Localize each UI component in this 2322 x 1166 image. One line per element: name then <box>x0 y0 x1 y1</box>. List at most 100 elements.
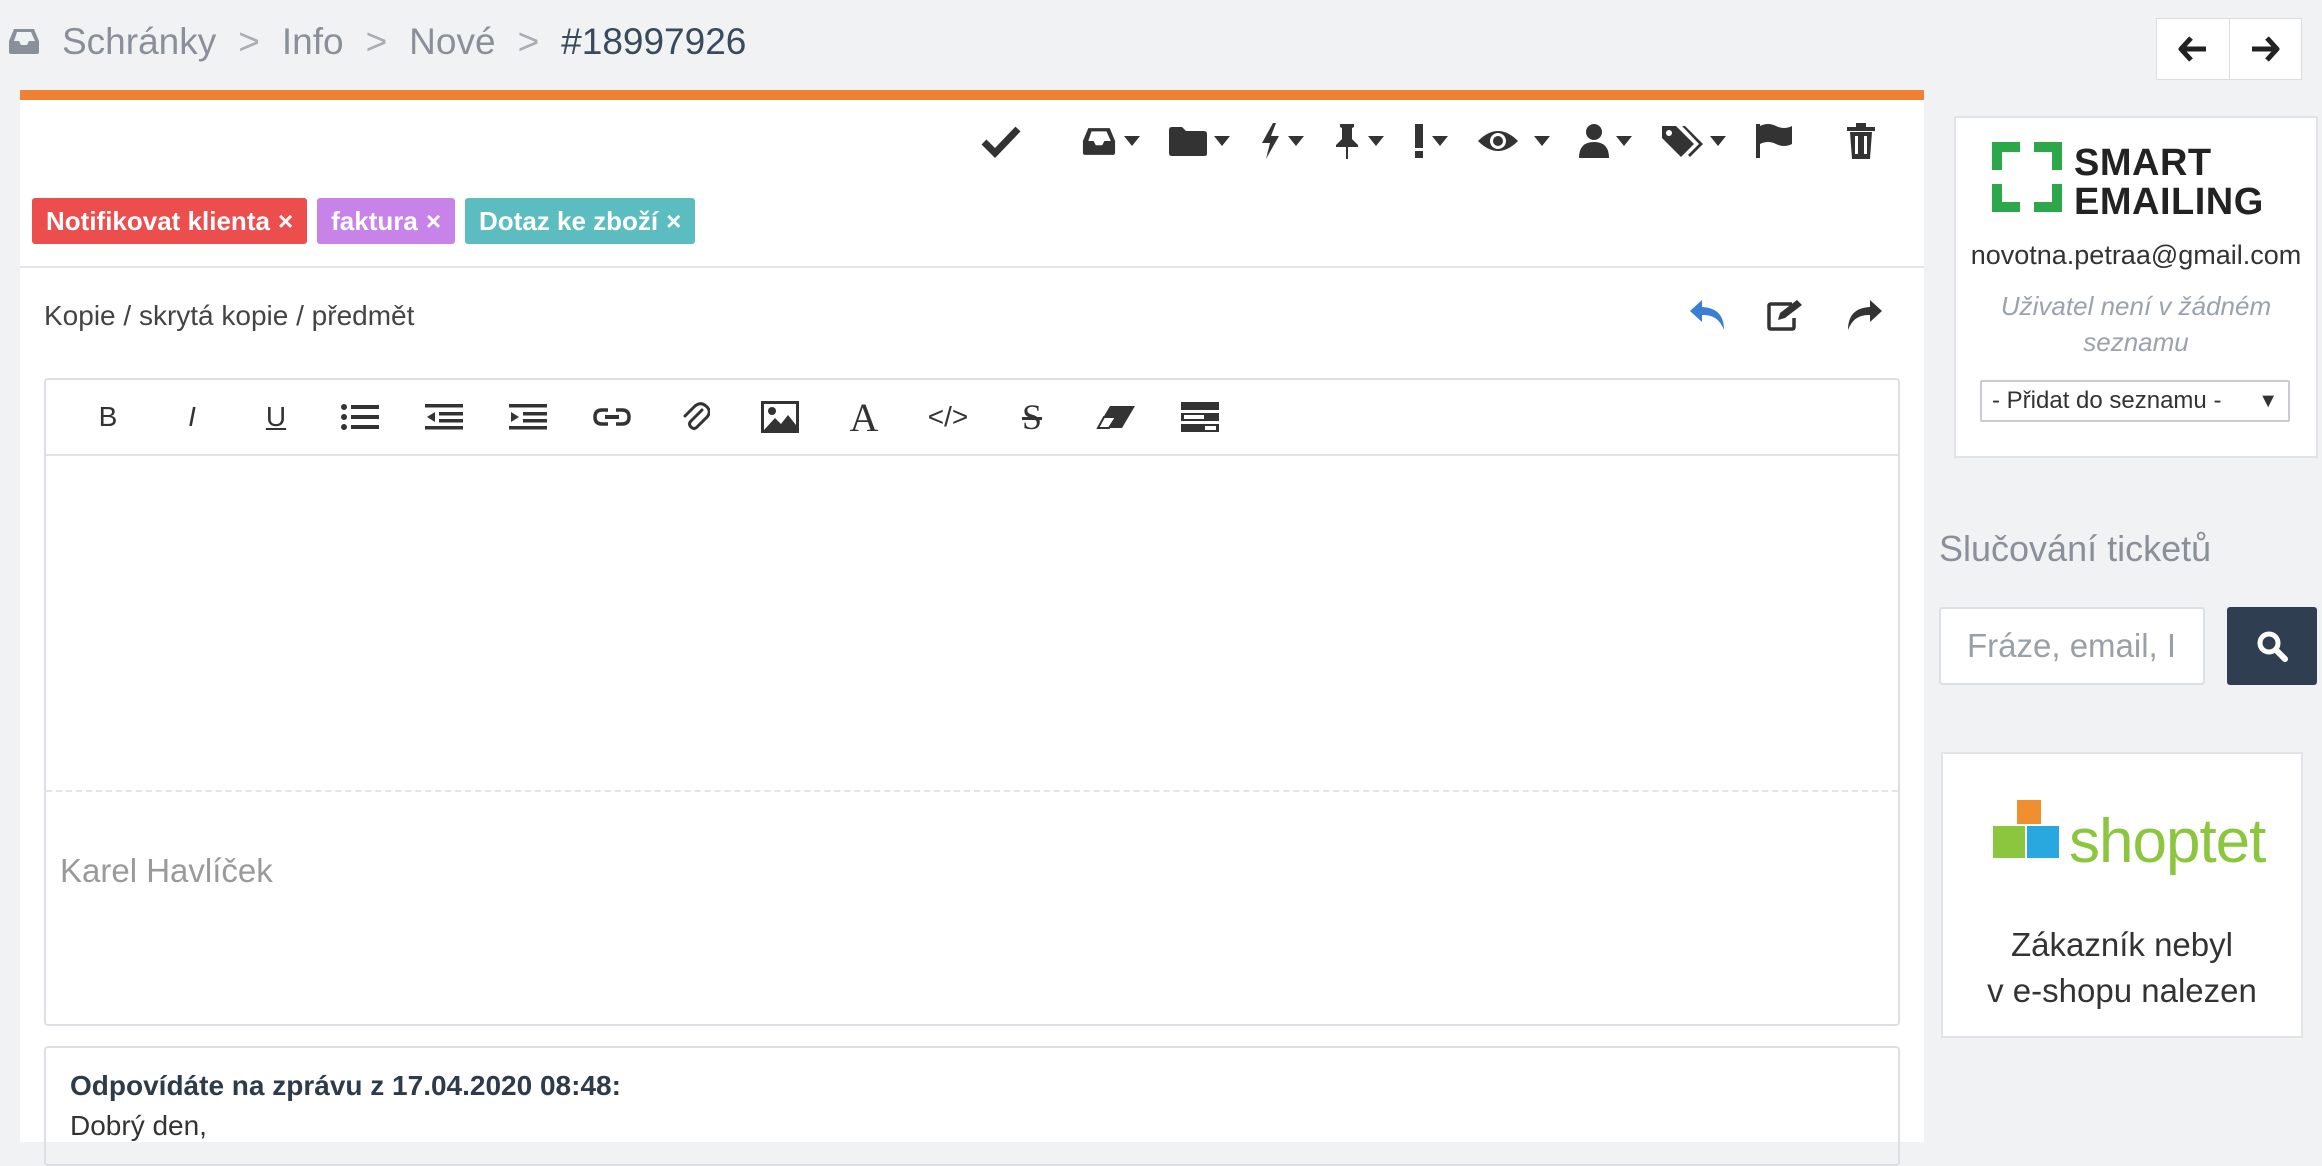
shoptet-logo-icon <box>1993 800 2059 858</box>
previous-ticket-button[interactable] <box>2157 19 2229 79</box>
reply-mode-switcher <box>1650 298 1884 332</box>
shoptet-widget: shoptet Zákazník nebyl v e-shopu nalezen <box>1941 752 2303 1038</box>
chevron-down-icon <box>1534 136 1550 146</box>
remove-tag-button[interactable]: × <box>426 206 441 236</box>
breadcrumb-separator: > <box>517 21 540 62</box>
breadcrumb-item-schranky[interactable]: Schránky <box>62 21 216 63</box>
breadcrumb-separator: > <box>365 21 388 62</box>
template-button[interactable] <box>1158 387 1242 447</box>
reply-button[interactable] <box>1688 298 1728 332</box>
signature-area[interactable]: Karel Havlíček <box>46 790 1898 1024</box>
editor-toolbar: B I U A </> S <box>46 380 1898 456</box>
signature-text: Karel Havlíček <box>60 852 273 889</box>
wordmark-line: SMART <box>2074 142 2212 184</box>
smartemailing-logo-icon <box>1992 142 2062 212</box>
chevron-down-icon <box>1214 136 1230 146</box>
strikethrough-button[interactable]: S <box>990 387 1074 447</box>
smartemailing-widget: SMART EMAILING novotna.petraa@gmail.com … <box>1954 116 2318 458</box>
link-icon <box>593 408 631 426</box>
message-body-input[interactable] <box>46 456 1898 790</box>
indent-icon <box>509 404 547 430</box>
automation-dropdown[interactable] <box>1258 122 1304 160</box>
bullet-list-button[interactable] <box>318 387 402 447</box>
flag-button[interactable] <box>1754 122 1794 160</box>
priority-dropdown[interactable] <box>1412 123 1448 159</box>
exclamation-icon <box>1415 124 1423 158</box>
font-button[interactable]: A <box>822 387 906 447</box>
note-button[interactable] <box>1766 298 1806 332</box>
tags-dropdown[interactable] <box>1660 123 1726 159</box>
eraser-icon <box>1096 406 1135 429</box>
tag-label: faktura <box>331 206 418 236</box>
chevron-down-icon <box>1710 136 1726 146</box>
ticket-toolbar <box>952 122 1876 160</box>
resolve-button[interactable] <box>980 124 1022 158</box>
bolt-icon <box>1262 123 1279 159</box>
link-button[interactable] <box>570 387 654 447</box>
ticket-tags: Notifikovat klienta × faktura × Dotaz ke z… <box>32 198 705 244</box>
edit-icon <box>1767 300 1802 331</box>
list-icon <box>341 404 379 430</box>
customer-email: novotna.petraa@gmail.com <box>1970 240 2302 270</box>
flag-icon <box>1756 124 1792 158</box>
outdent-button[interactable] <box>402 387 486 447</box>
tag-notifikovat-klienta: Notifikovat klienta × <box>32 198 308 244</box>
user-icon <box>1579 124 1609 158</box>
italic-icon: I <box>188 401 196 432</box>
forward-button[interactable] <box>1844 298 1884 332</box>
reply-icon <box>1690 300 1724 330</box>
assignee-dropdown[interactable] <box>1578 123 1632 159</box>
ticket-number: #18997926 <box>561 21 747 62</box>
shoptet-wordmark: shoptet <box>2069 807 2266 876</box>
select-arrow-icon: ▼ <box>2258 389 2278 412</box>
folder-dropdown[interactable] <box>1168 125 1230 157</box>
next-ticket-button[interactable] <box>2228 19 2302 79</box>
folder-icon <box>1169 127 1207 156</box>
breadcrumb-item-nove[interactable]: Nové <box>409 21 495 63</box>
tag-label: Dotaz ke zboží <box>479 206 659 236</box>
tags-icon <box>1662 126 1703 157</box>
divider <box>20 266 1924 268</box>
bold-icon: B <box>98 401 118 432</box>
cc-bcc-subject-toggle[interactable]: Kopie / skrytá kopie / předmět <box>44 300 414 332</box>
chevron-down-icon <box>1616 136 1632 146</box>
tag-faktura: faktura × <box>317 198 456 244</box>
remove-tag-button[interactable]: × <box>278 206 293 236</box>
merge-search-button[interactable] <box>2227 607 2317 685</box>
italic-button[interactable]: I <box>150 387 234 447</box>
pin-dropdown[interactable] <box>1332 122 1384 160</box>
reply-editor: B I U A </> S Karel Havlíček <box>44 378 1900 1026</box>
smartemailing-wordmark: SMART EMAILING <box>2074 144 2264 222</box>
delete-button[interactable] <box>1846 122 1876 160</box>
mailbox-dropdown[interactable] <box>1080 126 1140 156</box>
eraser-button[interactable] <box>1074 387 1158 447</box>
underline-icon: U <box>265 401 287 432</box>
image-button[interactable] <box>738 387 822 447</box>
tag-dotaz-ke-zbozi: Dotaz ke zboží × <box>465 198 696 244</box>
breadcrumb: Schránky > Info > Nové > #18997926 <box>8 18 746 66</box>
arrow-left-icon <box>2178 36 2206 62</box>
trash-icon <box>1847 123 1875 159</box>
merge-tickets-title: Slučování ticketů <box>1939 528 2212 569</box>
chevron-down-icon <box>1432 136 1448 146</box>
outdent-icon <box>425 404 463 430</box>
visibility-dropdown[interactable] <box>1476 127 1550 155</box>
quoted-message-text: Dobrý den, <box>70 1110 207 1141</box>
merge-search-input[interactable] <box>1939 607 2205 685</box>
indent-button[interactable] <box>486 387 570 447</box>
code-button[interactable]: </> <box>906 387 990 447</box>
attach-button[interactable] <box>654 387 738 447</box>
pin-icon <box>1336 124 1358 159</box>
template-icon <box>1181 402 1219 432</box>
quoted-message-heading: Odpovídáte na zprávu z 17.04.2020 08:48: <box>70 1070 621 1101</box>
message-line: Zákazník nebyl <box>2011 926 2233 963</box>
underline-button[interactable]: U <box>234 387 318 447</box>
add-to-list-select[interactable]: - Přidat do seznamu - ▼ <box>1980 380 2290 422</box>
bold-button[interactable]: B <box>66 387 150 447</box>
remove-tag-button[interactable]: × <box>666 206 681 236</box>
breadcrumb-item-info[interactable]: Info <box>282 21 344 63</box>
ticket-panel: Notifikovat klienta × faktura × Dotaz ke z… <box>20 90 1924 1166</box>
message-line: v e-shopu nalezen <box>1987 972 2257 1009</box>
inbox-icon[interactable] <box>8 27 44 57</box>
shoptet-status-message: Zákazník nebyl v e-shopu nalezen <box>1943 922 2301 1014</box>
